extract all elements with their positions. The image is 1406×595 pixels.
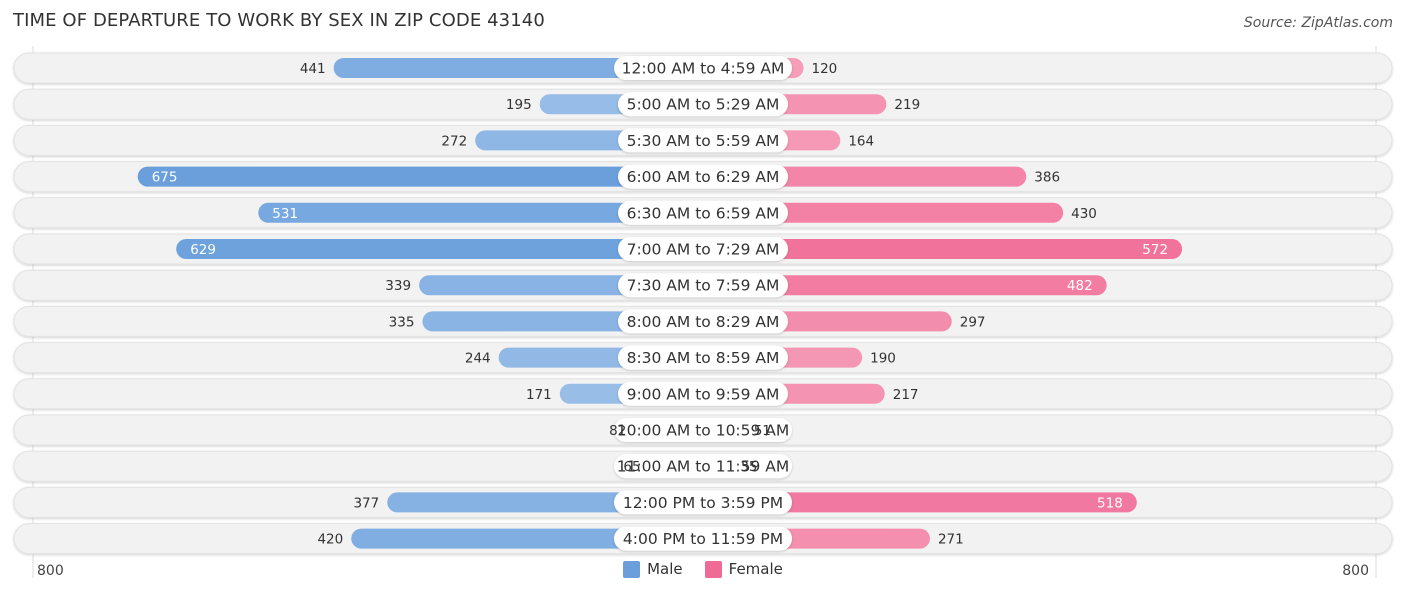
value-label-female: 190 <box>870 351 896 367</box>
value-label-female: 430 <box>1071 206 1097 222</box>
chart-row: 5:00 AM to 5:29 AM 195 219 <box>13 88 1393 120</box>
chart-row: 12:00 AM to 4:59 AM 441 120 <box>13 52 1393 84</box>
category-label: 8:00 AM to 8:29 AM <box>627 313 780 331</box>
category-label: 9:00 AM to 9:59 AM <box>627 385 780 403</box>
value-label-male: 171 <box>526 387 552 403</box>
value-label-female: 518 <box>1097 495 1123 511</box>
category-label: 6:00 AM to 6:29 AM <box>627 168 780 186</box>
value-label-female: 297 <box>960 314 986 330</box>
category-label: 5:30 AM to 5:59 AM <box>627 132 780 150</box>
value-label-male: 339 <box>385 278 411 294</box>
value-label-female: 219 <box>894 97 920 113</box>
value-label-female: 35 <box>740 459 757 475</box>
category-label: 7:30 AM to 7:59 AM <box>627 277 780 295</box>
value-label-male: 272 <box>441 133 467 149</box>
value-label-male: 441 <box>300 61 326 77</box>
chart-row: 7:00 AM to 7:29 AM 629 572 <box>13 233 1393 265</box>
chart-row: 6:30 AM to 6:59 AM 531 430 <box>13 197 1393 229</box>
chart-canvas: 12:00 AM to 4:59 AM 441 120 5:00 AM to 5:29… <box>13 46 1393 578</box>
value-label-female: 386 <box>1034 170 1060 186</box>
value-label-female: 271 <box>938 532 964 548</box>
chart-row: 9:00 AM to 9:59 AM 171 217 <box>13 378 1393 410</box>
legend-swatch-female <box>704 560 722 578</box>
category-label: 4:00 PM to 11:59 PM <box>623 530 783 548</box>
category-label: 12:00 AM to 4:59 AM <box>622 60 785 78</box>
value-label-female: 164 <box>848 133 874 149</box>
category-label: 12:00 PM to 3:59 PM <box>623 494 783 512</box>
legend-label-male: Male <box>647 560 683 578</box>
value-label-female: 572 <box>1142 242 1168 258</box>
value-label-male: 629 <box>190 242 216 258</box>
legend-item-female[interactable]: Female <box>704 560 783 578</box>
legend-label-female: Female <box>728 560 783 578</box>
value-label-male: 244 <box>465 351 491 367</box>
value-label-male: 675 <box>152 170 178 186</box>
legend: Male Female <box>0 560 1406 578</box>
value-label-male: 65 <box>623 459 640 475</box>
value-label-male: 195 <box>506 97 532 113</box>
chart-row: 7:30 AM to 7:59 AM 339 482 <box>13 269 1393 301</box>
chart-row: 8:30 AM to 8:59 AM 244 190 <box>13 342 1393 374</box>
value-label-female: 120 <box>812 61 838 77</box>
value-label-female: 217 <box>893 387 919 403</box>
legend-swatch-male <box>623 560 641 578</box>
category-label: 7:00 AM to 7:29 AM <box>627 241 780 259</box>
value-label-male: 420 <box>317 532 343 548</box>
value-label-female: 482 <box>1067 278 1093 294</box>
value-label-male: 531 <box>272 206 298 222</box>
chart-row: 4:00 PM to 11:59 PM 420 271 <box>13 523 1393 555</box>
value-label-male: 82 <box>609 423 626 439</box>
chart-row: 5:30 AM to 5:59 AM 272 164 <box>13 124 1393 156</box>
chart-row: 8:00 AM to 8:29 AM 335 297 <box>13 305 1393 337</box>
value-label-male: 377 <box>353 495 379 511</box>
category-label: 5:00 AM to 5:29 AM <box>627 96 780 114</box>
value-label-male: 335 <box>389 314 415 330</box>
chart-row: 12:00 PM to 3:59 PM 377 518 <box>13 486 1393 518</box>
category-label: 8:30 AM to 8:59 AM <box>627 349 780 367</box>
value-label-female: 51 <box>754 423 771 439</box>
legend-item-male[interactable]: Male <box>623 560 683 578</box>
category-label: 11:00 AM to 11:59 AM <box>617 458 790 476</box>
chart-row: 6:00 AM to 6:29 AM 675 386 <box>13 161 1393 193</box>
category-label: 6:30 AM to 6:59 AM <box>627 204 780 222</box>
chart-row: 10:00 AM to 10:59 AM82 51 <box>13 414 1393 446</box>
chart-row: 11:00 AM to 11:59 AM65 35 <box>13 450 1393 482</box>
